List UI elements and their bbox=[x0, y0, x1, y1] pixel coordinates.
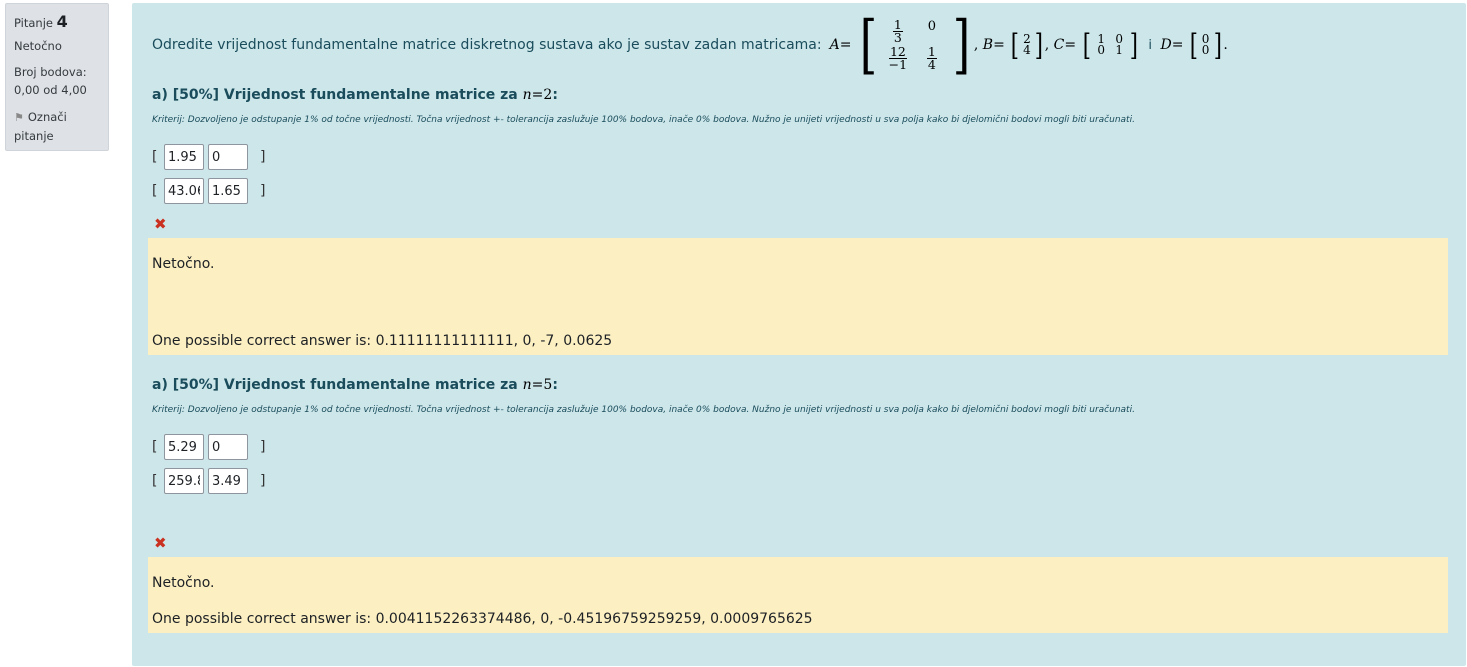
matrix-A-cell: −1 bbox=[888, 57, 908, 72]
question-info-panel: Pitanje 4 Netočno Broj bodova: 0,00 od 4… bbox=[5, 3, 109, 151]
part-2-title-text: a) [50%] Vrijednost fundamentalne matric… bbox=[152, 377, 518, 393]
part-2-input-r1c2[interactable] bbox=[208, 434, 248, 460]
part-2-input-r2c1[interactable] bbox=[164, 468, 204, 494]
matrix-D: [ 0 0 ] bbox=[1189, 27, 1222, 63]
part-2-feedback: Netočno. One possible correct answer is:… bbox=[148, 557, 1448, 633]
equation: A= [ 13 0 12 −1 14 ] , B= [ 2 4 ] , C= [… bbox=[829, 8, 1228, 82]
part-1-title: a) [50%] Vrijednost fundamentalne matric… bbox=[152, 87, 558, 103]
matrix-B-name: B bbox=[982, 37, 994, 53]
part-1-title-text: a) [50%] Vrijednost fundamentalne matric… bbox=[152, 87, 518, 103]
question-number-value: 4 bbox=[56, 12, 68, 31]
part-2-input-r2c2[interactable] bbox=[208, 468, 248, 494]
part-1-row-1: [ ] bbox=[152, 144, 272, 170]
matrix-A-cell: 3 bbox=[893, 30, 902, 45]
matrix-C-cell: 1 bbox=[1115, 43, 1124, 57]
part-1-row-2: [ ] bbox=[152, 178, 272, 204]
question-grade: Broj bodova: 0,00 od 4,00 bbox=[14, 63, 100, 99]
matrix-C-cell: 0 bbox=[1097, 43, 1106, 57]
matrix-C-name: C bbox=[1053, 37, 1065, 53]
part-1-input-r2c1[interactable] bbox=[164, 178, 204, 204]
question-label: Pitanje bbox=[14, 16, 53, 30]
matrix-A: [ 13 0 12 −1 14 ] bbox=[856, 8, 974, 82]
part-2-n: 5 bbox=[543, 377, 553, 393]
part-2-feedback-state: Netočno. bbox=[152, 575, 215, 591]
matrix-B-cell: 4 bbox=[1023, 43, 1031, 57]
part-2-input-r1c1[interactable] bbox=[164, 434, 204, 460]
part-2-title: a) [50%] Vrijednost fundamentalne matric… bbox=[152, 377, 558, 393]
matrix-D-cell: 0 bbox=[1201, 43, 1210, 57]
part-1-input-r1c2[interactable] bbox=[208, 144, 248, 170]
flag-question-button[interactable]: ⚑ Označi pitanje bbox=[14, 108, 100, 145]
part-1-input-r2c2[interactable] bbox=[208, 178, 248, 204]
matrix-B: [ 2 4 ] bbox=[1011, 27, 1043, 63]
part-1-feedback: Netočno. One possible correct answer is:… bbox=[148, 238, 1448, 355]
incorrect-icon: ✖ bbox=[154, 215, 167, 233]
question-text-body: Odredite vrijednost fundamentalne matric… bbox=[152, 37, 822, 53]
left-bracket: [ bbox=[859, 8, 878, 82]
grade-label: Broj bodova: bbox=[14, 65, 87, 79]
part-1-feedback-state: Netočno. bbox=[152, 256, 215, 272]
matrix-A-cell: 4 bbox=[927, 57, 936, 72]
matrix-C: [ 1 0 0 1 ] bbox=[1082, 27, 1139, 63]
right-bracket: ] bbox=[952, 8, 971, 82]
matrix-A-cell: 0 bbox=[927, 19, 937, 34]
flag-icon: ⚑ bbox=[14, 111, 24, 124]
part-2-correct-answer: One possible correct answer is: 0.004115… bbox=[152, 611, 813, 627]
incorrect-icon: ✖ bbox=[154, 534, 167, 552]
conjunction: i bbox=[1148, 38, 1153, 53]
part-2-row-1: [ ] bbox=[152, 434, 272, 460]
part-1-n: 2 bbox=[543, 87, 553, 103]
grade-value: 0,00 od 4,00 bbox=[14, 83, 87, 97]
question-number: Pitanje 4 bbox=[14, 12, 100, 31]
part-2-criteria: Kriterij: Dozvoljeno je odstupanje 1% od… bbox=[152, 405, 1135, 415]
part-1-criteria: Kriterij: Dozvoljeno je odstupanje 1% od… bbox=[152, 115, 1135, 125]
part-2-row-2: [ ] bbox=[152, 468, 272, 494]
matrix-D-name: D bbox=[1160, 37, 1172, 53]
part-1-input-r1c1[interactable] bbox=[164, 144, 204, 170]
question-content: Odredite vrijednost fundamentalne matric… bbox=[132, 3, 1466, 666]
matrix-A-name: A bbox=[829, 37, 840, 53]
part-1-correct-answer: One possible correct answer is: 0.111111… bbox=[152, 333, 613, 349]
question-state: Netočno bbox=[14, 39, 62, 53]
question-text: Odredite vrijednost fundamentalne matric… bbox=[152, 8, 1228, 82]
